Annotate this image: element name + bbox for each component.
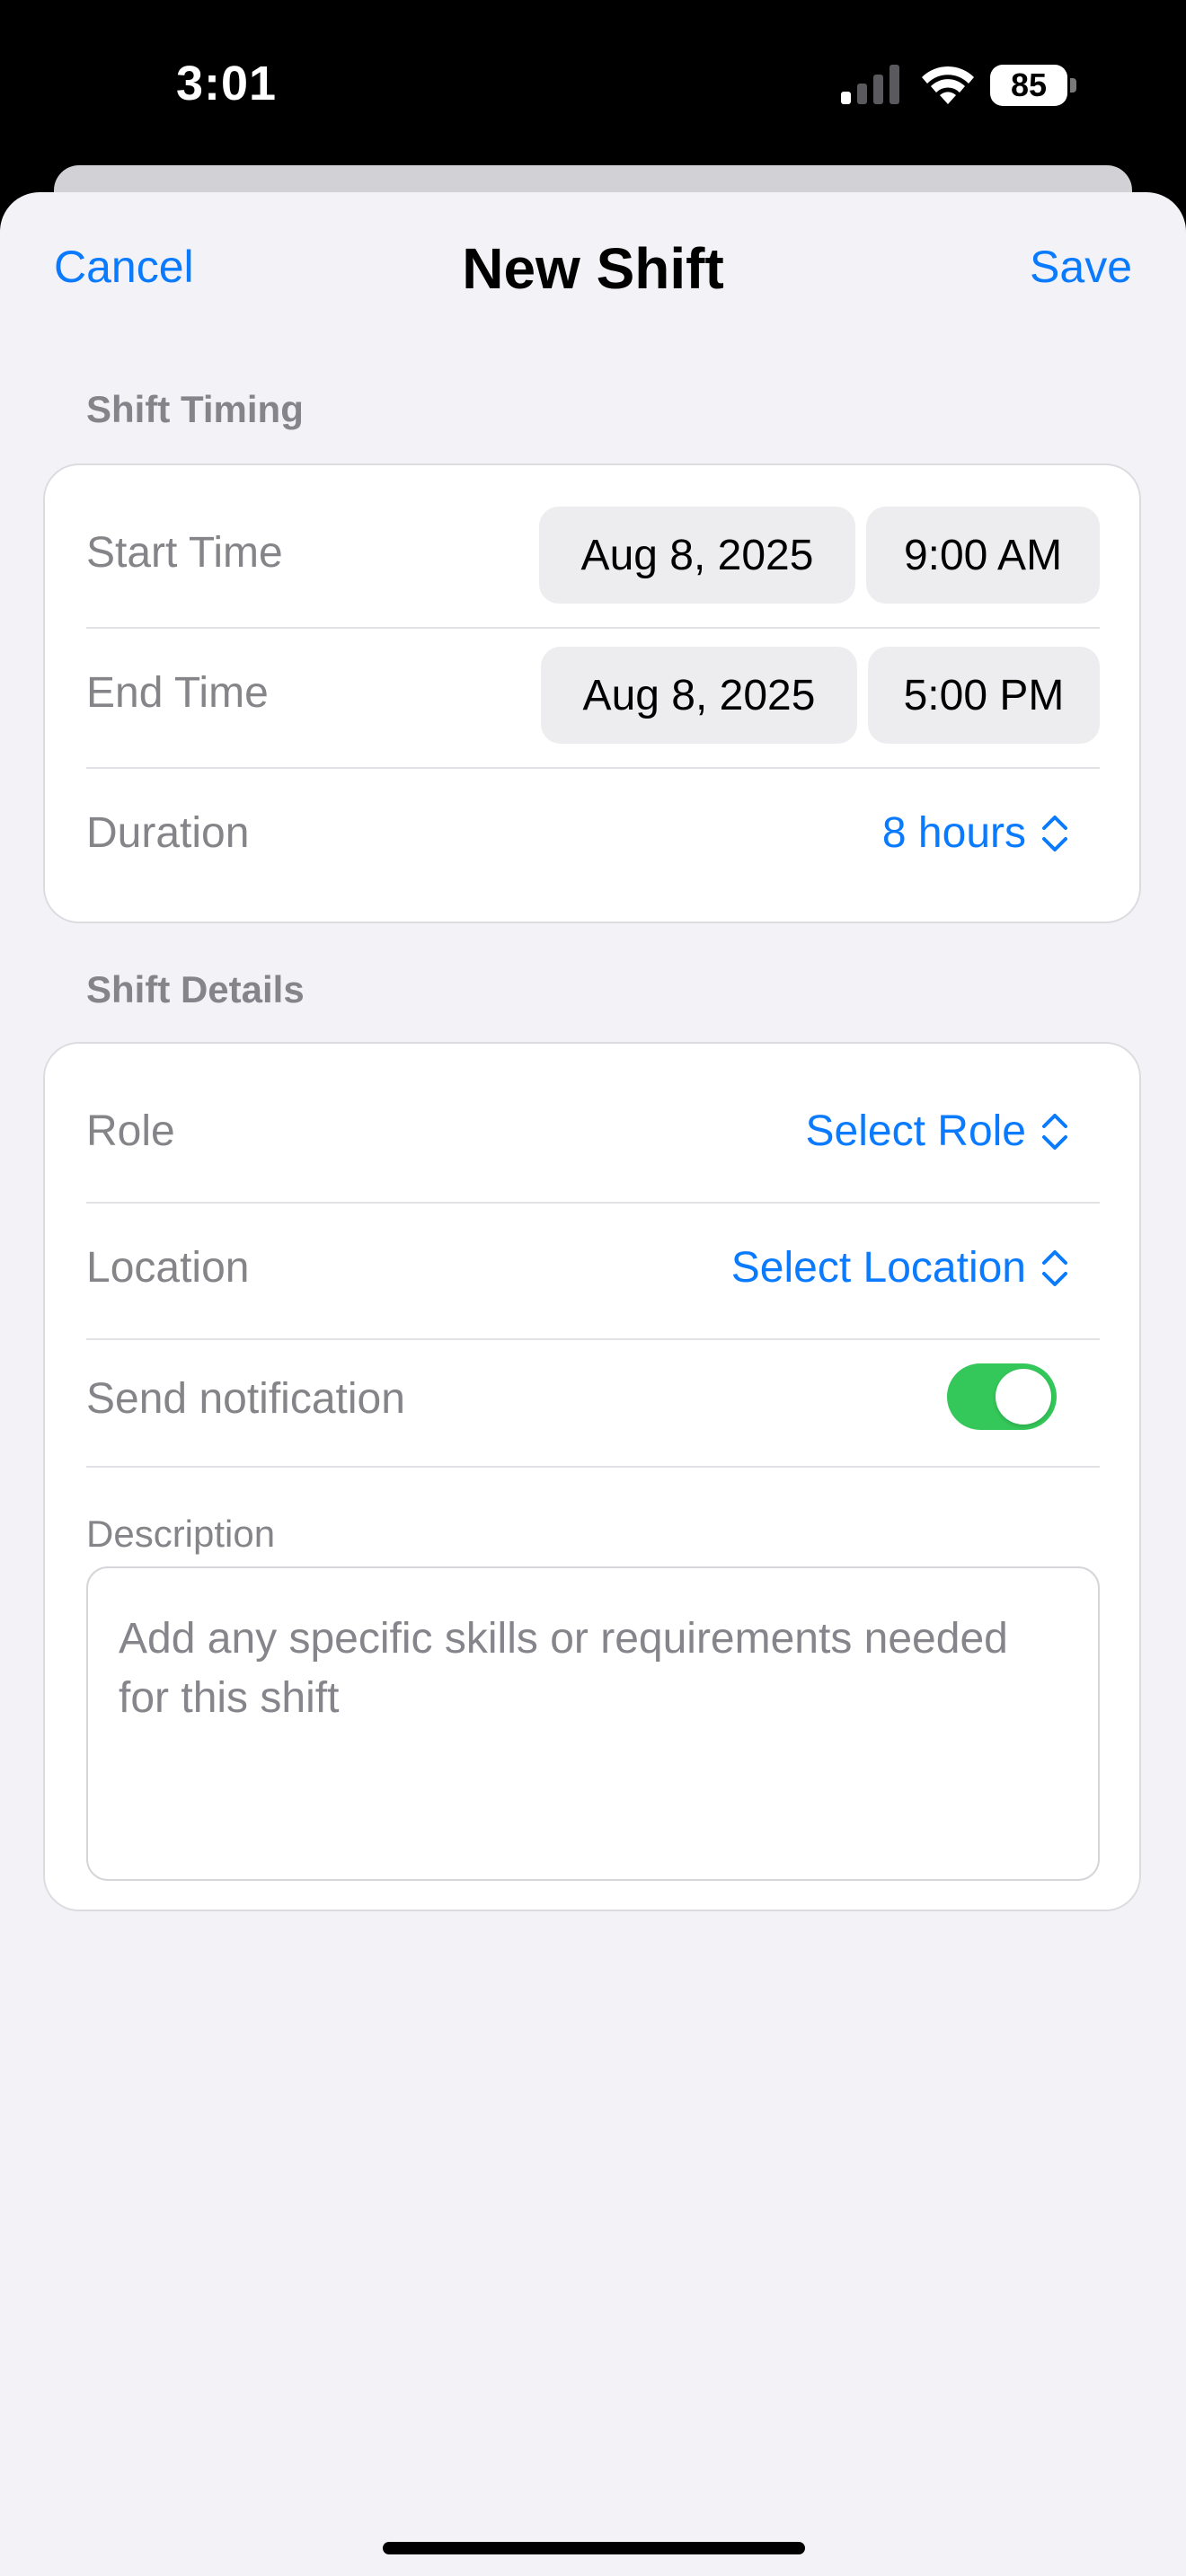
end-time-label: End Time [86,669,269,717]
battery-level: 85 [1010,66,1048,103]
section-header-shift-timing: Shift Timing [86,388,304,430]
toggle-knob [996,1369,1051,1425]
send-notification-toggle[interactable] [947,1363,1057,1430]
chevron-up-down-icon [1042,1249,1067,1286]
divider [86,767,1100,769]
shift-timing-card: Start Time Aug 8, 2025 9:00 AM End Time … [43,463,1141,923]
chevron-up-down-icon [1042,815,1067,851]
status-bar: 3:01 85 [0,0,1186,171]
wifi-icon [922,66,974,104]
role-label: Role [86,1107,175,1155]
description-label: Description [86,1513,276,1555]
start-date-picker[interactable]: Aug 8, 2025 [539,507,855,604]
duration-picker[interactable]: 8 hours [882,808,1071,858]
location-label: Location [86,1244,250,1292]
start-time-label: Start Time [86,529,283,577]
end-time-picker[interactable]: 5:00 PM [868,647,1100,744]
divider [86,627,1100,629]
role-picker[interactable]: Select Role [806,1107,1071,1156]
page-title: New Shift [462,236,724,301]
divider [86,1466,1100,1468]
divider [86,1202,1100,1204]
section-header-shift-details: Shift Details [86,968,305,1010]
shift-details-card: Role Select Role Location Select Locatio… [43,1042,1141,1911]
duration-value: 8 hours [881,809,1026,857]
start-time-picker[interactable]: 9:00 AM [866,507,1100,604]
battery-icon: 85 [990,65,1078,106]
location-picker[interactable]: Select Location [731,1243,1071,1292]
divider [86,1338,1100,1340]
send-notification-label: Send notification [86,1375,405,1423]
duration-label: Duration [86,809,250,857]
save-button[interactable]: Save [1030,241,1132,293]
end-date-picker[interactable]: Aug 8, 2025 [541,647,857,744]
role-value: Select Role [805,1107,1026,1155]
location-value: Select Location [730,1244,1026,1292]
cellular-signal-icon [841,65,899,104]
status-time: 3:01 [176,57,278,110]
new-shift-sheet: Cancel New Shift Save Shift Timing Start… [0,192,1186,2576]
chevron-up-down-icon [1042,1113,1067,1150]
home-indicator [383,2542,805,2554]
description-textarea[interactable]: Add any specific skills or requirements … [86,1566,1100,1881]
